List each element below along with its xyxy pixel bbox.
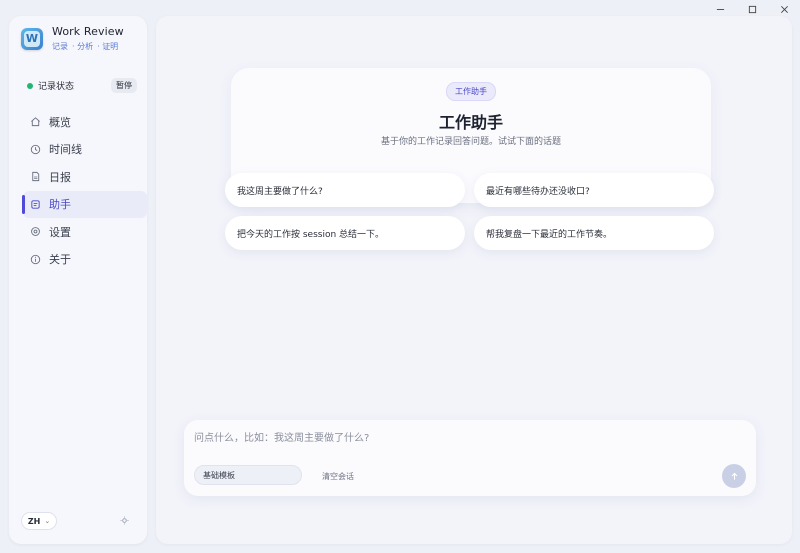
theme-toggle-icon[interactable] — [120, 516, 129, 525]
sidebar-nav: 概览 时间线 日报 助手 设置 关于 — [22, 108, 147, 273]
clear-session-button[interactable]: 清空会话 — [322, 471, 354, 482]
sidebar-item-timeline[interactable]: 时间线 — [23, 136, 147, 163]
app-title: Work Review — [52, 25, 124, 38]
maximize-icon — [748, 5, 756, 13]
suggestion-chip[interactable]: 我这周主要做了什么? — [225, 173, 465, 207]
document-icon — [29, 171, 41, 183]
sidebar-item-assistant[interactable]: 助手 — [22, 190, 147, 218]
chevron-down-icon: ⌄ — [44, 517, 51, 525]
app-logo-icon: W — [21, 27, 43, 50]
assistant-badge: 工作助手 — [446, 82, 496, 101]
chat-icon — [29, 198, 41, 210]
sidebar-item-settings[interactable]: 设置 — [23, 218, 147, 245]
brand: W Work Review 记录 · 分析 · 证明 — [21, 25, 124, 52]
suggestion-chip[interactable]: 把今天的工作按 session 总结一下。 — [225, 216, 465, 250]
language-select[interactable]: ZH ⌄ — [21, 512, 57, 530]
suggestion-chip[interactable]: 帮我复盘一下最近的工作节奏。 — [474, 216, 714, 250]
app-subtitle: 记录 · 分析 · 证明 — [52, 42, 119, 51]
send-button[interactable] — [722, 464, 746, 488]
template-select[interactable]: 基础模板 — [194, 465, 302, 485]
assistant-panel: 工作助手 工作助手 基于你的工作记录回答问题。试试下面的话题 我这周主要做了什么… — [156, 16, 792, 544]
page-subtitle: 基于你的工作记录回答问题。试试下面的话题 — [380, 137, 561, 147]
sidebar-item-overview[interactable]: 概览 — [23, 108, 147, 135]
sidebar-item-daily-report[interactable]: 日报 — [23, 163, 147, 190]
info-icon — [29, 253, 41, 265]
chat-input[interactable] — [194, 428, 734, 448]
minimize-icon — [716, 8, 724, 10]
close-icon — [780, 5, 788, 13]
status-label: 记录状态 — [38, 82, 75, 92]
suggestion-chip[interactable]: 最近有哪些待办还没收口? — [474, 173, 714, 207]
home-icon — [29, 116, 41, 128]
status-dot-icon — [27, 82, 33, 89]
sidebar-item-about[interactable]: 关于 — [23, 246, 147, 273]
clock-icon — [29, 143, 41, 155]
pause-button[interactable]: 暂停 — [111, 78, 137, 93]
arrow-up-icon — [731, 472, 737, 480]
recording-status: 记录状态 暂停 — [27, 78, 137, 93]
page-title: 工作助手 — [438, 113, 503, 132]
gear-icon — [29, 226, 41, 238]
sidebar: W Work Review 记录 · 分析 · 证明 记录状态 暂停 概览 时间线 — [9, 16, 147, 544]
chat-composer: 基础模板 清空会话 — [184, 420, 756, 496]
